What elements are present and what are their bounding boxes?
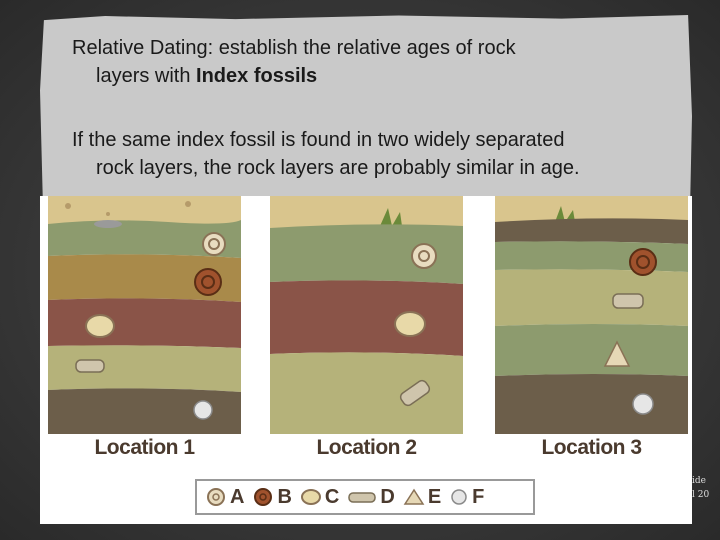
legend-item-b: B <box>252 485 292 509</box>
legend-item-f: F <box>449 486 484 509</box>
legend-item-a: A <box>205 486 244 509</box>
location-3-label: Location 3 <box>541 436 642 459</box>
term-index-fossils: Index fossils <box>196 65 318 87</box>
fossil-f-icon <box>193 400 213 420</box>
legend-letter-c: C <box>324 485 340 508</box>
corner-note-line1: ide <box>692 476 706 486</box>
corner-note: ide l 20 <box>692 474 720 502</box>
fossil-d-icon <box>612 293 644 309</box>
corner-note-line2: l 20 <box>692 490 710 500</box>
legend-item-e: E <box>403 486 441 509</box>
legend-letter-b: B <box>277 485 292 508</box>
paragraph2-line1: If the same index fossil is found in two… <box>72 129 565 151</box>
legend-letter-e: E <box>427 485 442 508</box>
legend-letter-a: A <box>230 485 245 508</box>
coiled-shell-icon <box>207 488 225 506</box>
location-1-column <box>48 196 241 434</box>
fossil-a-icon <box>202 232 226 256</box>
location-3-column <box>495 196 688 434</box>
fossil-c-icon <box>85 314 115 338</box>
definition-line2: layers with Index fossils <box>72 62 692 90</box>
legend-letter-f: F <box>472 485 485 508</box>
term-relative-dating: Relative Dating <box>72 37 208 59</box>
legend-item-d: D <box>347 485 395 509</box>
clam-shell-icon <box>300 489 321 505</box>
fossil-c-icon <box>394 311 426 337</box>
scallop-icon <box>403 488 425 505</box>
fossil-b-icon <box>629 248 657 276</box>
rock-layers-figure: Location 1 Location 2 Location 3 A B C D… <box>40 196 692 524</box>
location-2-label: Location 2 <box>316 436 417 459</box>
fossil-a-icon <box>411 243 437 269</box>
fossil-d-icon <box>75 359 105 373</box>
location-1-label: Location 1 <box>94 436 195 459</box>
definition-line2-text: layers with <box>96 65 197 87</box>
trilobite-icon <box>348 492 377 503</box>
fossil-f-icon <box>632 393 654 415</box>
legend-letter-d: D <box>380 485 395 508</box>
location-2-column <box>270 196 463 434</box>
fossil-legend: A B C D E F <box>195 479 535 515</box>
ammonite-icon <box>254 488 273 506</box>
coral-icon <box>451 489 467 505</box>
fossil-b-icon <box>194 268 222 296</box>
paragraph-index-fossil: If the same index fossil is found in two… <box>72 126 692 182</box>
paragraph2-line2: rock layers, the rock layers are probabl… <box>96 157 580 179</box>
paragraph-relative-dating: Relative Dating: establish the relative … <box>72 34 692 90</box>
legend-item-c: C <box>300 486 339 509</box>
definition-text: : establish the relative ages of rock <box>207 37 516 59</box>
